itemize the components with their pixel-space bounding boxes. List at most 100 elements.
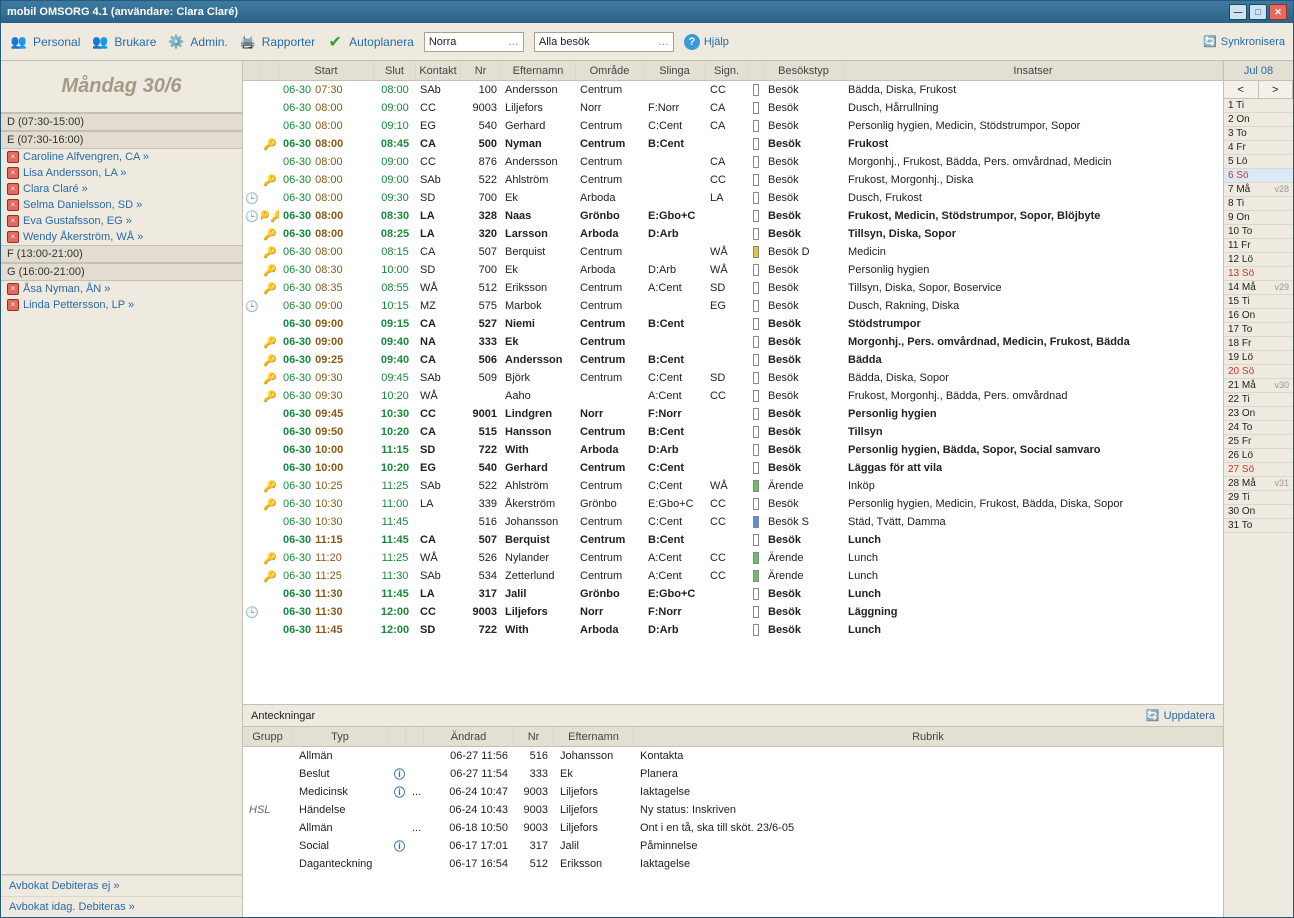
cal-day[interactable]: 12 Lö: [1224, 253, 1293, 267]
visit-row[interactable]: 🔑06-30 11:2011:25WÅ526NylanderCentrumA:C…: [243, 549, 1223, 567]
visit-row[interactable]: 🔑06-30 08:0008:15CA507BerquistCentrumWÅB…: [243, 243, 1223, 261]
sidebar-group[interactable]: F (13:00-21:00): [1, 245, 242, 263]
cal-day[interactable]: 21 Måv30: [1224, 379, 1293, 393]
cal-day[interactable]: 25 Fr: [1224, 435, 1293, 449]
visit-row[interactable]: 🕒06-30 11:3012:00CC9003LiljeforsNorrF:No…: [243, 603, 1223, 621]
visit-row[interactable]: 🕒06-30 08:0009:30SD700EkArbodaLABesökDus…: [243, 189, 1223, 207]
visit-row[interactable]: 🔑06-30 09:3009:45SAb509BjörkCentrumC:Cen…: [243, 369, 1223, 387]
visit-row[interactable]: 🔑06-30 11:2511:30SAb534ZetterlundCentrum…: [243, 567, 1223, 585]
cal-day[interactable]: 26 Lö: [1224, 449, 1293, 463]
sidebar-staff[interactable]: ×Lisa Andersson, LA »: [1, 165, 242, 181]
cal-day[interactable]: 31 To: [1224, 519, 1293, 533]
visit-row[interactable]: 🔑06-30 08:0009:00SAb522AhlströmCentrumCC…: [243, 171, 1223, 189]
visit-row[interactable]: 06-30 07:3008:00SAb100AnderssonCentrumCC…: [243, 81, 1223, 99]
cal-day[interactable]: 10 To: [1224, 225, 1293, 239]
cal-day[interactable]: 23 On: [1224, 407, 1293, 421]
cal-next[interactable]: >: [1259, 81, 1294, 99]
close-icon[interactable]: ×: [7, 151, 19, 163]
note-row[interactable]: HSLHändelse06-24 10:439003LiljeforsNy st…: [243, 801, 1223, 819]
personal-button[interactable]: Personal: [9, 32, 80, 52]
visit-row[interactable]: 🔑06-30 08:0008:45CA500NymanCentrumB:Cent…: [243, 135, 1223, 153]
cal-day[interactable]: 8 Ti: [1224, 197, 1293, 211]
visit-row[interactable]: 06-30 10:3011:45516JohanssonCentrumC:Cen…: [243, 513, 1223, 531]
visit-row[interactable]: 🔑06-30 09:0009:40NA333EkCentrumBesökMorg…: [243, 333, 1223, 351]
visit-row[interactable]: 06-30 09:0009:15CA527NiemiCentrumB:CentB…: [243, 315, 1223, 333]
visit-row[interactable]: 06-30 09:5010:20CA515HanssonCentrumB:Cen…: [243, 423, 1223, 441]
autoplanera-button[interactable]: Autoplanera: [325, 32, 414, 52]
cal-day[interactable]: 9 On: [1224, 211, 1293, 225]
visit-row[interactable]: 🔑06-30 08:3508:55WÅ512ErikssonCentrumA:C…: [243, 279, 1223, 297]
visit-row[interactable]: 🕒06-30 09:0010:15MZ575MarbokCentrumEGBes…: [243, 297, 1223, 315]
cal-day[interactable]: 3 To: [1224, 127, 1293, 141]
cal-day[interactable]: 6 Sö: [1224, 169, 1293, 183]
note-row[interactable]: Socialⓘ06-17 17:01317JalilPåminnelse: [243, 837, 1223, 855]
maximize-button[interactable]: □: [1249, 4, 1267, 20]
sidebar-staff[interactable]: ×Caroline Alfvengren, CA »: [1, 149, 242, 165]
sidebar-group[interactable]: G (16:00-21:00): [1, 263, 242, 281]
cal-day[interactable]: 17 To: [1224, 323, 1293, 337]
visit-filter-combo[interactable]: Alla besök…: [534, 32, 674, 52]
sync-button[interactable]: Synkronisera: [1203, 35, 1285, 48]
close-button[interactable]: ✕: [1269, 4, 1287, 20]
minimize-button[interactable]: —: [1229, 4, 1247, 20]
visit-row[interactable]: 06-30 10:0010:20EG540GerhardCentrumC:Cen…: [243, 459, 1223, 477]
sidebar-staff[interactable]: ×Wendy Åkerström, WÅ »: [1, 229, 242, 245]
cal-day[interactable]: 28 Måv31: [1224, 477, 1293, 491]
visit-row[interactable]: 🔑06-30 09:3010:20WÅAahoA:CentCCBesökFruk…: [243, 387, 1223, 405]
sidebar-staff[interactable]: ×Linda Pettersson, LP »: [1, 297, 242, 313]
note-row[interactable]: Daganteckning06-17 16:54512ErikssonIakta…: [243, 855, 1223, 873]
rapporter-button[interactable]: Rapporter: [238, 32, 315, 52]
visit-row[interactable]: 06-30 08:0009:10EG540GerhardCentrumC:Cen…: [243, 117, 1223, 135]
visit-row[interactable]: 🔑06-30 10:2511:25SAb522AhlströmCentrumC:…: [243, 477, 1223, 495]
cal-day[interactable]: 7 Måv28: [1224, 183, 1293, 197]
cal-day[interactable]: 27 Sö: [1224, 463, 1293, 477]
area-combo[interactable]: Norra…: [424, 32, 524, 52]
help-button[interactable]: Hjälp: [684, 34, 729, 50]
cal-day[interactable]: 19 Lö: [1224, 351, 1293, 365]
close-icon[interactable]: ×: [7, 283, 19, 295]
sidebar-staff[interactable]: ×Eva Gustafsson, EG »: [1, 213, 242, 229]
cal-day[interactable]: 4 Fr: [1224, 141, 1293, 155]
close-icon[interactable]: ×: [7, 183, 19, 195]
cal-day[interactable]: 2 On: [1224, 113, 1293, 127]
sidebar-staff[interactable]: ×Selma Danielsson, SD »: [1, 197, 242, 213]
cal-day[interactable]: 29 Ti: [1224, 491, 1293, 505]
sidebar-staff[interactable]: ×Clara Claré »: [1, 181, 242, 197]
cal-day[interactable]: 13 Sö: [1224, 267, 1293, 281]
visit-row[interactable]: 06-30 08:0009:00CC876AnderssonCentrumCAB…: [243, 153, 1223, 171]
note-row[interactable]: Medicinskⓘ...06-24 10:479003LiljeforsIak…: [243, 783, 1223, 801]
visit-row[interactable]: 06-30 10:0011:15SD722WithArbodaD:ArbBesö…: [243, 441, 1223, 459]
close-icon[interactable]: ×: [7, 215, 19, 227]
visit-row[interactable]: 🔑06-30 09:2509:40CA506AnderssonCentrumB:…: [243, 351, 1223, 369]
close-icon[interactable]: ×: [7, 199, 19, 211]
cal-day[interactable]: 22 Ti: [1224, 393, 1293, 407]
visit-row[interactable]: 🔑06-30 08:3010:00SD700EkArbodaD:ArbWÅBes…: [243, 261, 1223, 279]
visit-row[interactable]: 06-30 11:4512:00SD722WithArbodaD:ArbBesö…: [243, 621, 1223, 639]
cal-day[interactable]: 1 Ti: [1224, 99, 1293, 113]
sidebar-group[interactable]: E (07:30-16:00): [1, 131, 242, 149]
cal-day[interactable]: 20 Sö: [1224, 365, 1293, 379]
visits-list[interactable]: 06-30 07:3008:00SAb100AnderssonCentrumCC…: [243, 81, 1223, 704]
note-row[interactable]: Allmän06-27 11:56516JohanssonKontakta: [243, 747, 1223, 765]
cal-day[interactable]: 16 On: [1224, 309, 1293, 323]
cal-day[interactable]: 30 On: [1224, 505, 1293, 519]
avbokat-ej-link[interactable]: Avbokat Debiteras ej »: [9, 880, 119, 892]
cal-day[interactable]: 14 Måv29: [1224, 281, 1293, 295]
note-row[interactable]: Beslutⓘ06-27 11:54333EkPlanera: [243, 765, 1223, 783]
admin-button[interactable]: Admin.: [166, 32, 227, 52]
cal-day[interactable]: 11 Fr: [1224, 239, 1293, 253]
sidebar-group[interactable]: D (07:30-15:00): [1, 113, 242, 131]
visit-row[interactable]: 06-30 09:4510:30CC9001LindgrenNorrF:Norr…: [243, 405, 1223, 423]
close-icon[interactable]: ×: [7, 299, 19, 311]
visit-row[interactable]: 06-30 11:3011:45LA317JalilGrönboE:Gbo+CB…: [243, 585, 1223, 603]
brukare-button[interactable]: Brukare: [90, 32, 156, 52]
cal-day[interactable]: 5 Lö: [1224, 155, 1293, 169]
visit-row[interactable]: 🕒🔑🔑06-30 08:0008:30LA328NaasGrönboE:Gbo+…: [243, 207, 1223, 225]
cal-prev[interactable]: <: [1224, 81, 1259, 99]
visit-row[interactable]: 🔑06-30 10:3011:00LA339ÅkerströmGrönboE:G…: [243, 495, 1223, 513]
visit-row[interactable]: 06-30 08:0009:00CC9003LiljeforsNorrF:Nor…: [243, 99, 1223, 117]
close-icon[interactable]: ×: [7, 231, 19, 243]
cal-day[interactable]: 18 Fr: [1224, 337, 1293, 351]
note-row[interactable]: Allmän...06-18 10:509003LiljeforsOnt i e…: [243, 819, 1223, 837]
update-button[interactable]: Uppdatera: [1146, 709, 1215, 722]
